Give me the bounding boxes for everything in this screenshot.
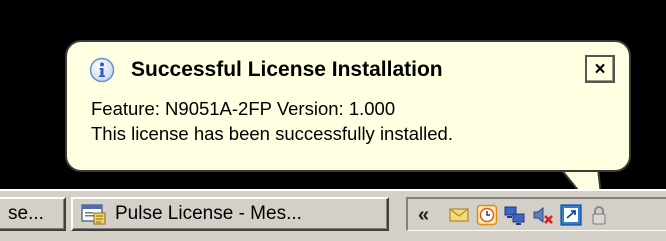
- balloon-header: Successful License Installation: [89, 55, 443, 85]
- balloon-title: Successful License Installation: [131, 58, 443, 81]
- lock-icon[interactable]: [588, 204, 610, 226]
- feature-line: Feature: N9051A-2FP Version: 1.000: [91, 96, 453, 121]
- taskbar-button-pulse-license[interactable]: Pulse License - Mes...: [71, 197, 389, 231]
- notification-balloon[interactable]: Successful License Installation × Featur…: [65, 40, 631, 172]
- clock-icon[interactable]: [476, 204, 498, 226]
- feature-label: Feature:: [91, 98, 160, 119]
- version-value: 1.000: [348, 98, 396, 119]
- feature-value: N9051A-2FP: [165, 98, 272, 119]
- version-label: Version:: [276, 98, 344, 119]
- balloon-message: Feature: N9051A-2FP Version: 1.000 This …: [91, 96, 453, 146]
- message-window-icon: [81, 202, 107, 226]
- network-computers-icon[interactable]: [504, 204, 526, 226]
- taskbar-button-label: se...: [8, 203, 44, 224]
- license-manager-icon[interactable]: [560, 203, 582, 226]
- taskbar: se... Pulse License - Mes... «: [0, 189, 666, 241]
- taskbar-button-previous-window[interactable]: se...: [0, 197, 66, 231]
- volume-muted-icon[interactable]: [532, 204, 554, 226]
- close-button[interactable]: ×: [585, 55, 615, 83]
- show-hidden-icons-button[interactable]: «: [418, 205, 442, 225]
- info-icon: [89, 57, 115, 83]
- taskbar-button-label: Pulse License - Mes...: [115, 203, 302, 224]
- system-tray: «: [406, 197, 666, 231]
- mail-icon[interactable]: [448, 204, 470, 226]
- status-message: This license has been successfully insta…: [91, 123, 453, 144]
